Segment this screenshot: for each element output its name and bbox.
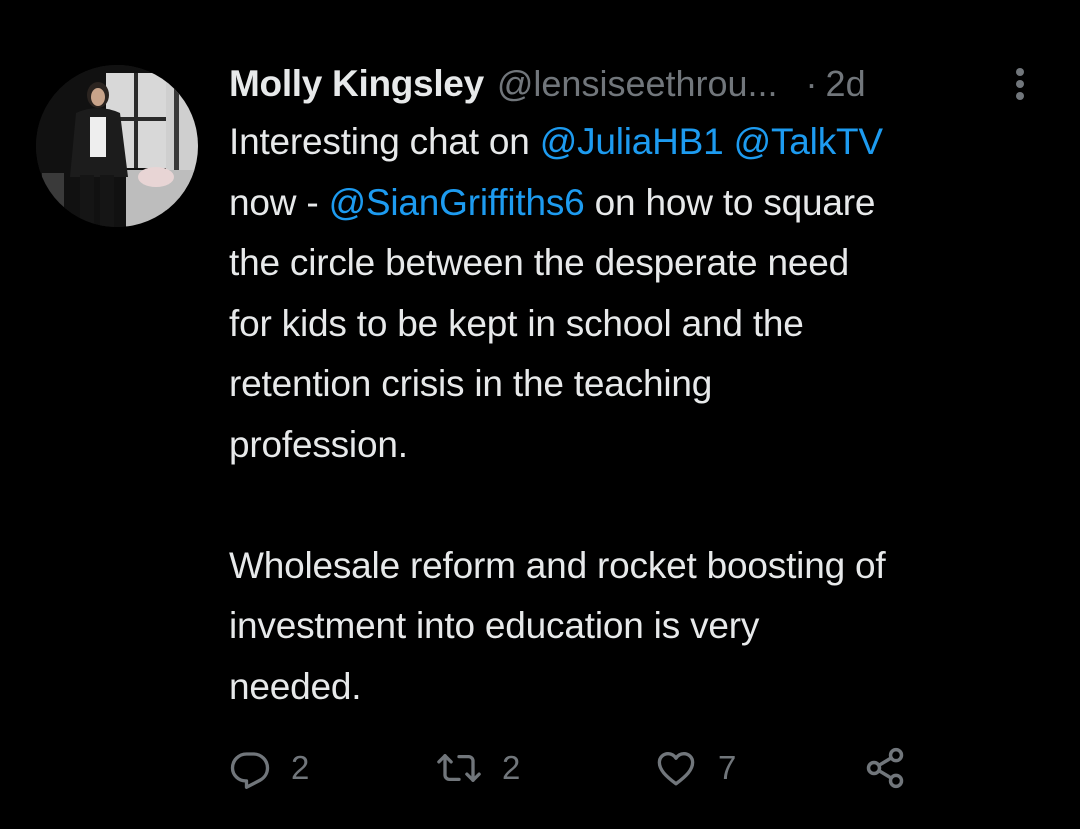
tweet-text-segment: Wholesale reform and rocket boosting of	[229, 544, 886, 586]
tweet-paragraph: Interesting chat on @JuliaHB1 @TalkTV now…	[229, 112, 1059, 475]
separator-dot: ·	[805, 63, 818, 104]
mention-link[interactable]: @TalkTV	[734, 121, 883, 162]
retweet-count: 2	[502, 749, 521, 786]
more-vertical-icon	[1016, 68, 1024, 100]
like-button[interactable]: 7	[654, 742, 736, 794]
author-handle[interactable]: @lensiseethrou...	[497, 63, 778, 105]
mention-link[interactable]: @SianGriffiths6	[329, 182, 585, 223]
tweet-text-segment: retention crisis in the teaching	[229, 363, 713, 404]
tweet-text-segment	[724, 121, 734, 162]
tweet-text-segment: now -	[229, 181, 329, 223]
author-name[interactable]: Molly Kingsley	[229, 63, 484, 105]
like-count: 7	[718, 749, 737, 786]
share-icon	[866, 747, 904, 789]
share-button[interactable]	[863, 742, 907, 794]
tweet-actions: 2 2 7	[229, 742, 989, 794]
tweet-text-segment: Interesting chat on	[229, 121, 540, 162]
tweet-paragraph: Wholesale reform and rocket boosting of i…	[229, 536, 1059, 718]
retweet-icon	[437, 754, 481, 782]
reply-button[interactable]: 2	[229, 742, 309, 794]
tweet-text-segment: profession.	[229, 423, 408, 465]
tweet-text-segment: needed.	[229, 665, 362, 707]
more-options-button[interactable]	[1010, 64, 1030, 104]
reply-count: 2	[291, 749, 310, 786]
heart-icon	[657, 751, 695, 786]
tweet-text-segment: on how to square	[584, 181, 876, 223]
avatar[interactable]	[36, 65, 198, 227]
tweet-text-segment: the circle between the desperate need	[229, 242, 849, 283]
tweet-text: Interesting chat on @JuliaHB1 @TalkTV now…	[229, 112, 1059, 717]
tweet-header: Molly Kingsley @lensiseethrou... · 2d	[229, 60, 1029, 108]
reply-icon	[230, 752, 270, 789]
retweet-button[interactable]: 2	[436, 742, 520, 794]
mention-link[interactable]: @JuliaHB1	[540, 121, 724, 162]
avatar-photo	[36, 65, 198, 227]
timestamp[interactable]: 2d	[826, 63, 866, 105]
tweet-text-segment: for kids to be kept in school and the	[229, 302, 804, 344]
tweet-text-segment: investment into education is very	[229, 605, 760, 646]
